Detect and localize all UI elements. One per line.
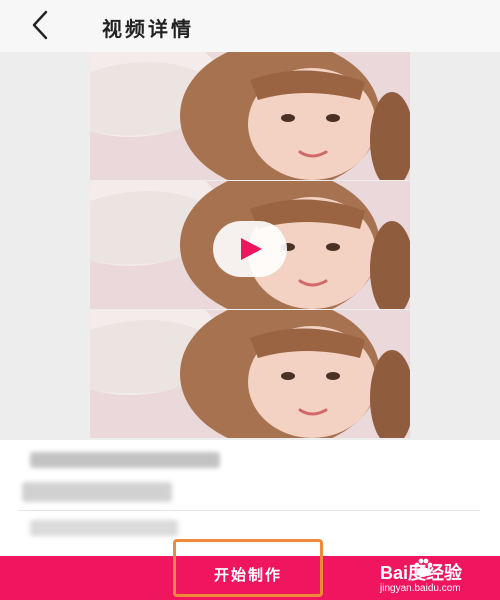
blurred-meta [30,520,178,536]
blurred-title [30,452,220,468]
start-make-button[interactable]: 开始制作 [173,539,323,597]
back-button[interactable] [24,8,58,42]
watermark-site: jingyan.baidu.com [380,583,461,594]
play-button[interactable] [213,221,287,277]
watermark-logo: Bai度经验 [380,563,463,583]
page-title: 视频详情 [102,17,194,41]
play-icon [241,238,262,260]
video-frame-1 [90,52,410,180]
blurred-description [22,482,172,502]
start-make-label: 开始制作 [213,566,282,584]
video-frame-3 [90,310,410,438]
header-bar: 视频详情 [0,0,500,52]
baidu-jingyan-watermark: Bai度经验 jingyan.baidu.com [368,556,498,600]
chevron-left-icon [32,10,48,40]
divider [18,510,480,511]
